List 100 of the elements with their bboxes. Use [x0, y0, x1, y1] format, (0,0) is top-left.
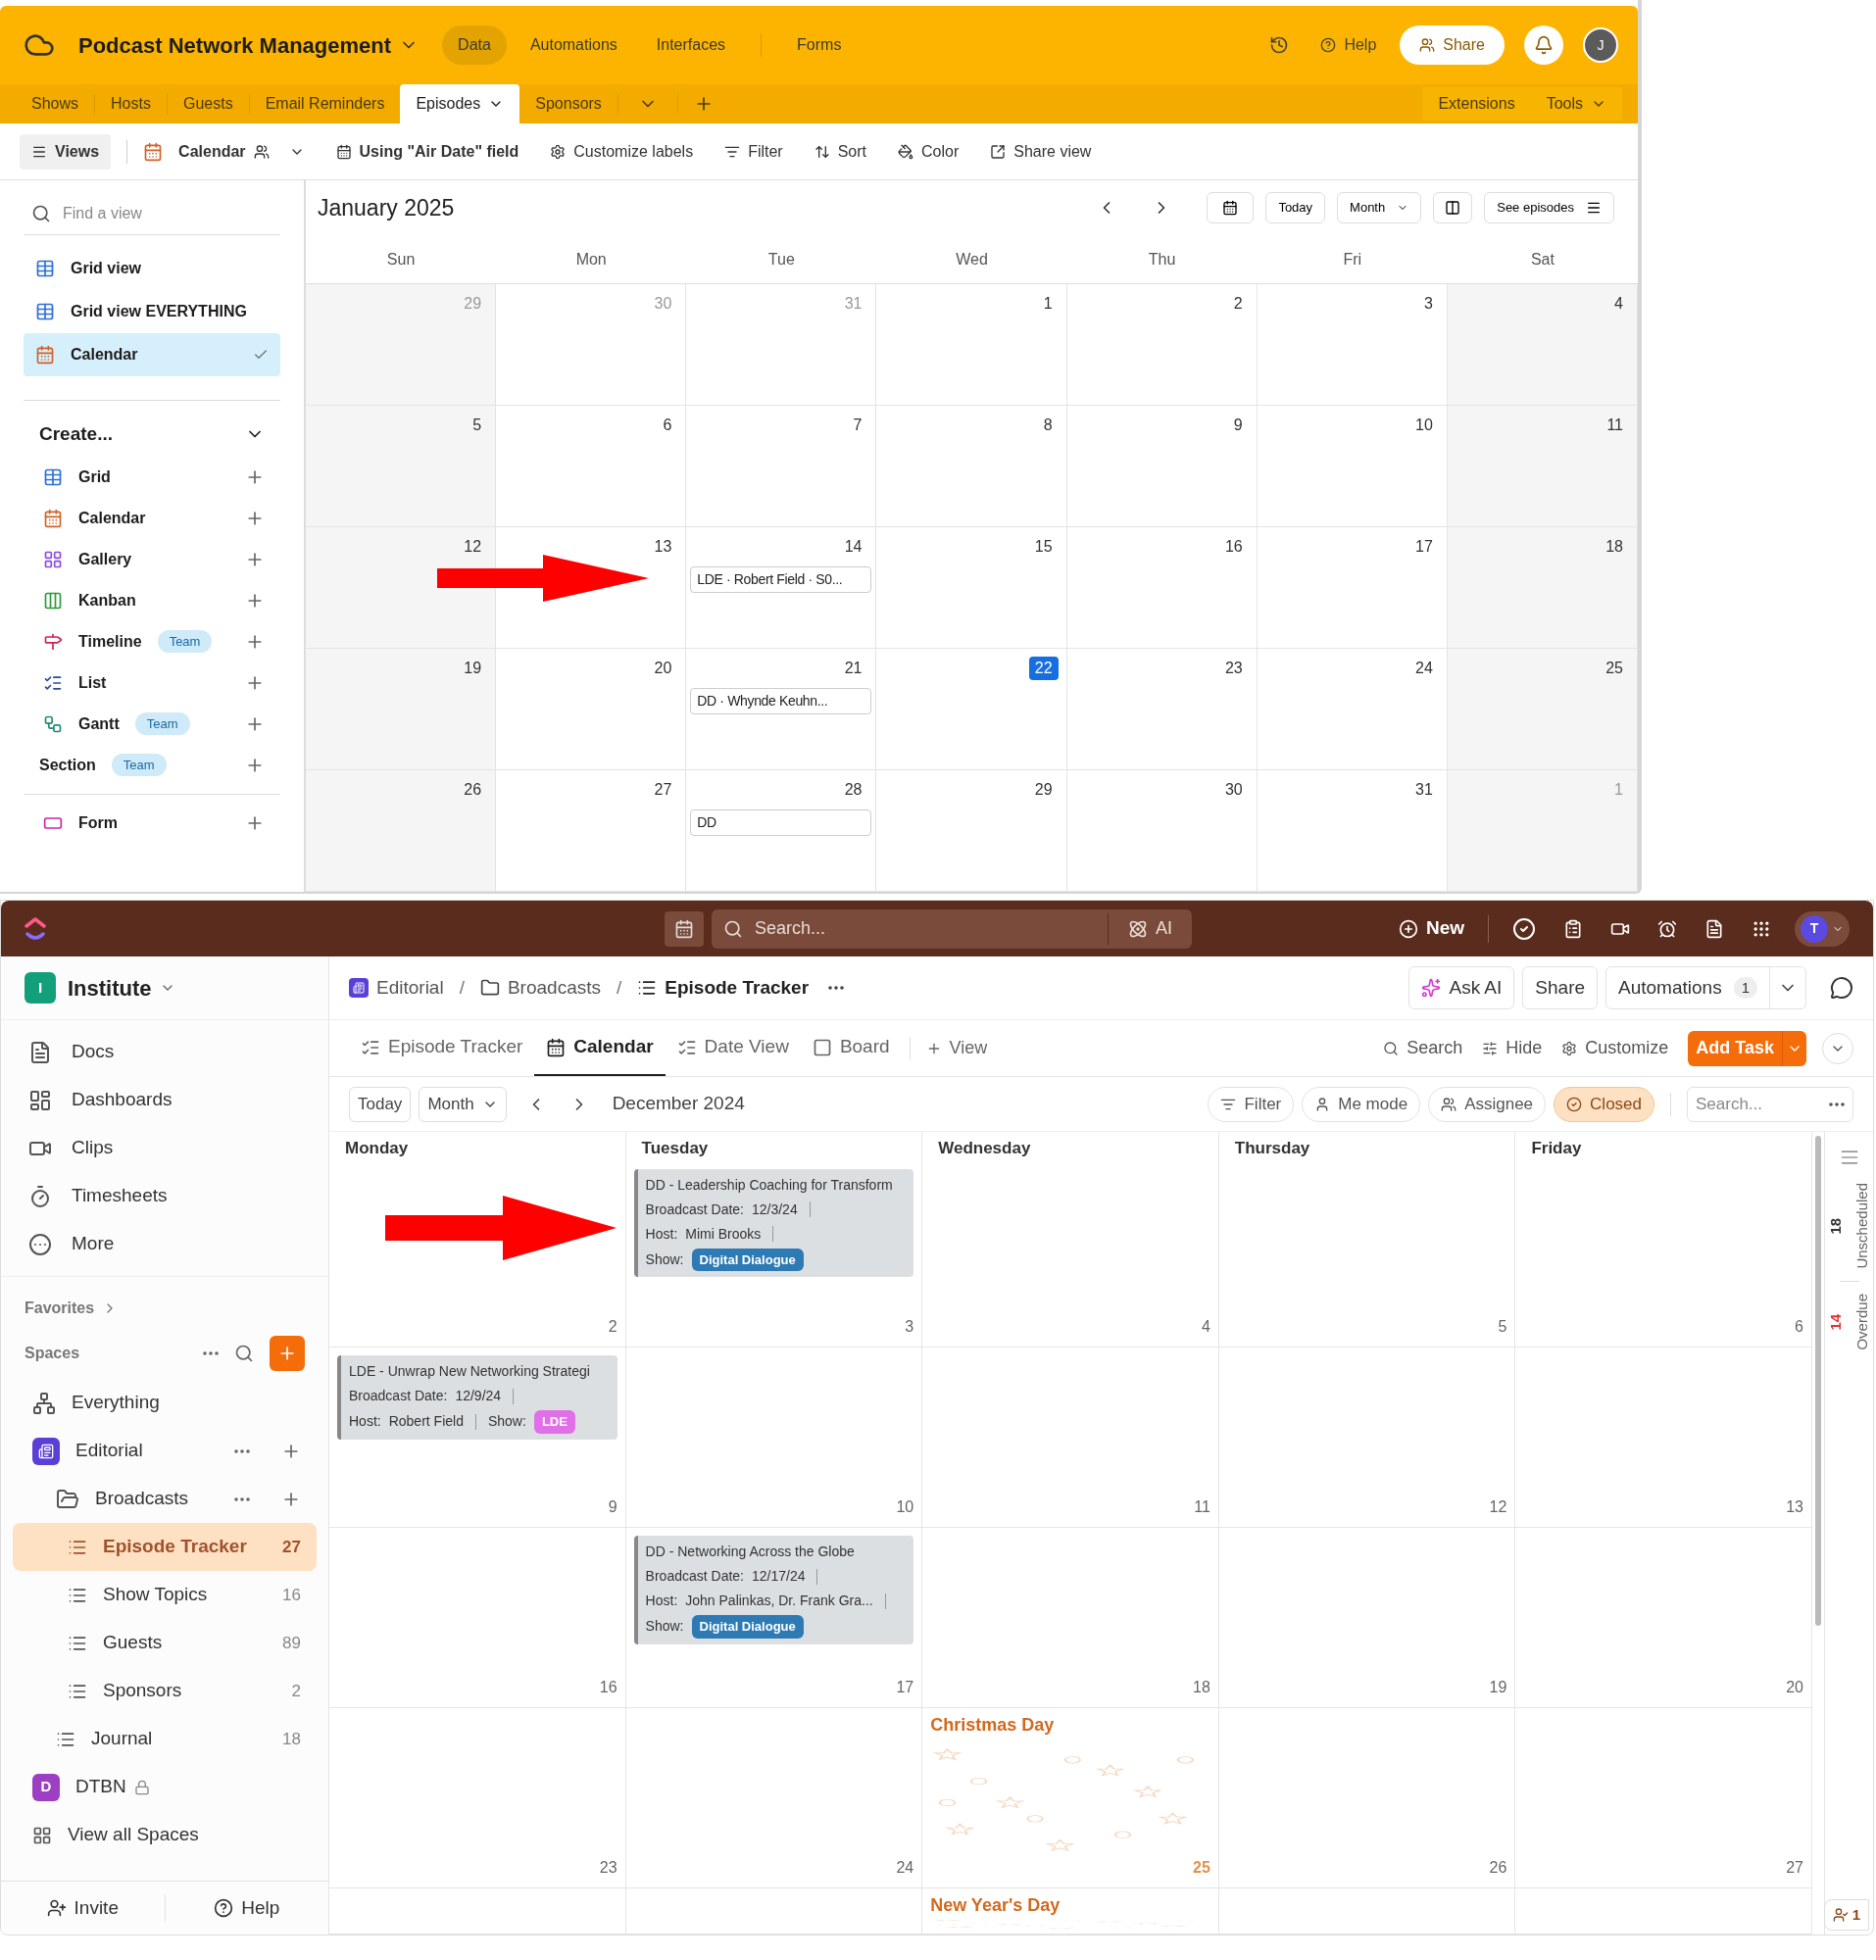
- find-view-field[interactable]: Find a view: [24, 192, 280, 235]
- create-view-item[interactable]: Calendar: [24, 497, 280, 539]
- toolbar-button[interactable]: Filter: [724, 139, 783, 164]
- view-tab[interactable]: Episode Tracker: [349, 1020, 535, 1076]
- calendar-button[interactable]: [664, 910, 704, 947]
- day-cell[interactable]: 23: [329, 1708, 626, 1887]
- task-search-field[interactable]: Search...: [1687, 1086, 1853, 1122]
- sidebar-nav-item[interactable]: Clips: [1, 1124, 328, 1172]
- extensions-link[interactable]: Extensions: [1438, 92, 1515, 116]
- unscheduled-label[interactable]: Unscheduled: [1851, 1183, 1873, 1269]
- day-cell[interactable]: 2: [1066, 284, 1258, 406]
- lines-icon[interactable]: [1839, 1148, 1859, 1167]
- create-view-item[interactable]: Form: [24, 802, 280, 844]
- toolbar-button[interactable]: Share view: [990, 139, 1092, 164]
- help-button[interactable]: Help: [165, 1893, 328, 1923]
- day-cell[interactable]: 21 DD · Whynde Keuhn...: [686, 649, 877, 770]
- day-cell[interactable]: 19: [1218, 1528, 1516, 1707]
- day-cell[interactable]: DD - Networking Across the Globe Broadcast Date: 12/17/24 Host: John Palinkas, Dr. Frank Gra... Show: Digital Dialogue 17: [625, 1528, 923, 1707]
- view-switcher[interactable]: Calendar: [143, 139, 305, 164]
- chat-icon[interactable]: [1830, 976, 1853, 1000]
- create-view-item[interactable]: Gallery: [24, 538, 280, 580]
- day-cell[interactable]: 24: [625, 1708, 923, 1887]
- create-view-item[interactable]: Kanban: [24, 579, 280, 621]
- toolbar-button[interactable]: Customize labels: [550, 139, 694, 164]
- workspace-switcher[interactable]: Institute: [68, 971, 175, 1004]
- day-cell[interactable]: 29: [876, 770, 1067, 892]
- view-item[interactable]: Calendar: [24, 333, 280, 376]
- day-cell[interactable]: New Year's Day: [922, 1888, 1219, 1934]
- customize-button[interactable]: Customize: [1561, 1020, 1669, 1076]
- day-cell[interactable]: 15: [876, 527, 1067, 649]
- create-view-item[interactable]: Grid: [24, 456, 280, 498]
- month-select[interactable]: Month: [1337, 192, 1422, 223]
- day-cell[interactable]: Tuesday DD - Leadership Coaching for Transform Broadcast Date: 12/3/24 Host: Mimi Brooks Show: Digital Dialogue 3: [625, 1132, 923, 1347]
- day-cell[interactable]: 9: [1066, 406, 1258, 527]
- today-button[interactable]: Today: [349, 1086, 412, 1122]
- day-cell[interactable]: 12: [1218, 1348, 1516, 1527]
- view-tab[interactable]: Board: [800, 1020, 902, 1076]
- nav-tab[interactable]: Automations: [514, 25, 633, 65]
- toolbar-button[interactable]: Color: [898, 139, 960, 164]
- day-cell[interactable]: 11: [1447, 406, 1638, 527]
- sidebar-tree-item[interactable]: Guests 89: [13, 1619, 317, 1667]
- create-view-item[interactable]: Section Team: [24, 744, 280, 786]
- today-button[interactable]: Today: [1265, 192, 1326, 223]
- automations-button[interactable]: Automations 1: [1605, 966, 1806, 1009]
- more-icon[interactable]: [828, 986, 845, 990]
- day-cell[interactable]: Thursday 5: [1218, 1132, 1516, 1347]
- day-cell[interactable]: 24: [1257, 649, 1448, 770]
- search-icon[interactable]: [234, 1344, 254, 1363]
- day-cell[interactable]: 10: [625, 1348, 923, 1527]
- unscheduled-count[interactable]: 18: [1825, 1217, 1848, 1235]
- sidebar-nav-item[interactable]: Docs: [1, 1028, 328, 1076]
- day-cell[interactable]: 18: [922, 1528, 1219, 1707]
- task-card[interactable]: DD - Leadership Coaching for Transform Broadcast Date: 12/3/24 Host: Mimi Brooks Show: Digital Dialogue: [633, 1168, 914, 1277]
- nav-tab[interactable]: Data: [442, 25, 507, 65]
- event-chip[interactable]: DD: [690, 809, 872, 836]
- notifications-button[interactable]: [1524, 25, 1563, 65]
- day-cell[interactable]: 4: [1447, 284, 1638, 406]
- day-cell[interactable]: 27: [496, 770, 687, 892]
- day-cell[interactable]: 1: [876, 284, 1067, 406]
- sidebar-tree-item[interactable]: D DTBN: [13, 1763, 317, 1811]
- bottom-counter[interactable]: 1: [1823, 1898, 1869, 1931]
- breadcrumb-link[interactable]: Broadcasts: [479, 973, 601, 1003]
- day-cell[interactable]: 16: [329, 1528, 626, 1707]
- date-field-button[interactable]: Using "Air Date" field: [335, 139, 519, 164]
- see-episodes-button[interactable]: See episodes: [1484, 192, 1614, 223]
- table-tab[interactable]: Shows: [16, 84, 95, 123]
- sidebar-tree-item[interactable]: Sponsors 2: [13, 1667, 317, 1715]
- day-cell[interactable]: 8: [876, 406, 1067, 527]
- add-view-button[interactable]: View: [917, 1020, 996, 1076]
- more-icon[interactable]: [203, 1351, 219, 1355]
- view-all-spaces-item[interactable]: View all Spaces: [1, 1811, 328, 1859]
- clipboard-icon[interactable]: [1563, 918, 1583, 939]
- create-view-item[interactable]: Gantt Team: [24, 703, 280, 745]
- view-tab[interactable]: Calendar: [534, 1020, 666, 1076]
- add-space-button[interactable]: [270, 1336, 305, 1371]
- new-button[interactable]: New: [1398, 914, 1464, 943]
- create-view-item[interactable]: List: [24, 662, 280, 704]
- view-item[interactable]: Grid view EVERYTHING: [24, 290, 280, 333]
- favorites-header[interactable]: Favorites: [1, 1297, 328, 1320]
- history-icon[interactable]: [1269, 35, 1290, 55]
- breadcrumb-link[interactable]: Episode Tracker: [637, 973, 810, 1003]
- day-cell[interactable]: 12: [306, 527, 497, 649]
- nav-tab[interactable]: Forms: [781, 25, 858, 65]
- sidebar-nav-item[interactable]: More: [1, 1220, 328, 1268]
- help-button[interactable]: Help: [1320, 33, 1377, 57]
- filter-chip[interactable]: Closed: [1554, 1086, 1654, 1122]
- breadcrumb-link[interactable]: Editorial: [349, 973, 444, 1003]
- sidebar-tree-item[interactable]: Broadcasts: [13, 1475, 317, 1523]
- day-cell[interactable]: 25: [1447, 649, 1638, 770]
- date-picker-button[interactable]: [1207, 192, 1255, 223]
- view-tab[interactable]: Date View: [665, 1020, 801, 1076]
- overdue-count[interactable]: 14: [1825, 1313, 1848, 1330]
- day-cell[interactable]: 6: [496, 406, 687, 527]
- toolbar-button[interactable]: Sort: [814, 139, 867, 164]
- day-cell[interactable]: 16: [1066, 527, 1258, 649]
- layout-button[interactable]: [1433, 192, 1473, 223]
- day-cell[interactable]: 22: [876, 649, 1067, 770]
- create-view-item[interactable]: Timeline Team: [24, 620, 280, 662]
- global-search-field[interactable]: Search... AI: [711, 908, 1192, 949]
- event-chip[interactable]: LDE · Robert Field · S0...: [690, 566, 872, 593]
